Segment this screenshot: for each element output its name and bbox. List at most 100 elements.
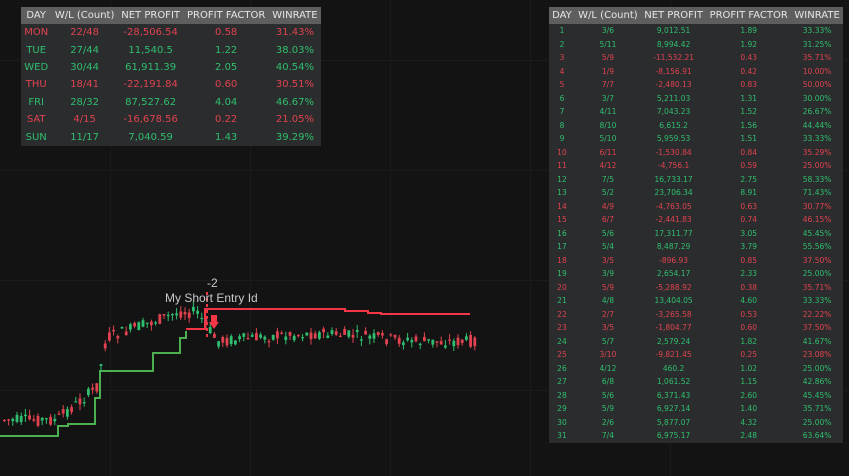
table-cell-pf: 1.82: [706, 334, 792, 348]
table-cell-winrate: 37.50%: [791, 321, 843, 335]
candle-body: [339, 335, 342, 337]
candle-body: [288, 332, 292, 336]
table-cell-net: -896.93: [640, 253, 707, 267]
table-cell-winrate: 31.25%: [791, 37, 843, 51]
candle-body: [53, 418, 57, 422]
table-cell-pf: 1.40: [706, 402, 792, 416]
table-cell-day: 29: [549, 402, 575, 416]
table-cell-day: 4: [549, 64, 575, 78]
table-row: 29 5/9 6,927.14 1.40 35.71%: [549, 402, 843, 416]
candle-body: [171, 313, 174, 316]
candle-body: [15, 414, 19, 422]
candle-body: [448, 339, 451, 341]
table-cell-net: 23,706.34: [640, 186, 707, 200]
candle-body: [32, 419, 36, 421]
table-cell-pf: 8.91: [706, 186, 792, 200]
candle-body: [414, 336, 418, 342]
candlestick-series: [3, 301, 477, 428]
table-cell-day: 31: [549, 429, 575, 443]
table-cell-day: 27: [549, 375, 575, 389]
table-cell-wl: 5/9: [574, 402, 641, 416]
table-row: 30 2/6 5,877.07 4.32 25.00%: [549, 415, 843, 429]
table-cell-wl: 5/7: [574, 334, 641, 348]
table-row: 28 5/6 6,371.43 2.60 45.45%: [549, 388, 843, 402]
table-cell-pf: 1.92: [706, 37, 792, 51]
candle-body: [129, 324, 132, 330]
table-cell-wl: 4/11: [574, 105, 641, 119]
table-cell-pf: 0.59: [706, 159, 792, 173]
table-cell-net: 7,040.59: [117, 128, 184, 146]
table-cell-net: -4,763.05: [640, 199, 707, 213]
table-cell-wl: 3/6: [574, 24, 641, 38]
table-header-row: DAY W/L (Count) NET PROFIT PROFIT FACTOR…: [21, 7, 321, 24]
table-cell-net: 460.2: [640, 361, 707, 375]
table-cell-winrate: 35.71%: [791, 402, 843, 416]
table-cell-wl: 11/17: [51, 128, 118, 146]
candle-body: [229, 336, 233, 345]
candle-body: [112, 329, 115, 332]
table-cell-wl: 6/11: [574, 145, 641, 159]
table-row: WED 30/44 61,911.39 2.05 40.54%: [21, 58, 321, 77]
table-cell-net: -8,156.91: [640, 64, 707, 78]
candle-body: [439, 341, 443, 345]
table-cell-net: -2,441.83: [640, 213, 707, 227]
table-cell-winrate: 35.71%: [791, 280, 843, 294]
candle-body: [217, 341, 220, 347]
table-cell-pf: 0.60: [183, 76, 269, 94]
table-cell-wl: 3/5: [574, 253, 641, 267]
table-row: 23 3/5 -1,804.77 0.60 37.50%: [549, 321, 843, 335]
candle-body: [78, 398, 82, 405]
table-cell-day: 17: [549, 240, 575, 254]
candle-body: [322, 328, 325, 333]
table-cell-net: -22,191.84: [117, 76, 184, 94]
candle-body: [326, 335, 330, 338]
candle-body: [397, 337, 401, 344]
candle-body: [280, 332, 283, 334]
table-cell-day: TUE: [21, 41, 52, 59]
table-row: MON 22/48 -28,506.54 0.58 31.43%: [21, 24, 321, 42]
candle-body: [234, 340, 237, 345]
candle-body: [99, 364, 103, 367]
table-cell-net: 8,994.42: [640, 37, 707, 51]
table-cell-pf: 0.22: [183, 110, 269, 129]
candle-body: [36, 416, 40, 426]
table-cell-wl: 6/7: [574, 213, 641, 227]
candle-body: [133, 322, 136, 327]
table-cell-day: FRI: [21, 93, 52, 111]
candle-body: [120, 326, 124, 329]
table-cell-pf: 0.25: [706, 348, 792, 362]
table-cell-day: 19: [549, 267, 575, 281]
table-cell-day: 28: [549, 388, 575, 402]
table-cell-pf: 0.58: [183, 24, 269, 42]
table-cell-day: 14: [549, 199, 575, 213]
table-cell-net: -1,530.84: [640, 145, 707, 159]
column-header: DAY: [21, 7, 52, 24]
table-row: 13 5/2 23,706.34 8.91 71.43%: [549, 186, 843, 200]
candle-body: [330, 330, 334, 334]
candle-body: [24, 414, 27, 417]
table-cell-net: 11,540.5: [117, 41, 184, 59]
candle-body: [423, 336, 426, 342]
candle-body: [200, 317, 204, 320]
table-row: 17 5/4 8,487.29 3.79 55.56%: [549, 240, 843, 254]
table-cell-net: 8,487.29: [640, 240, 707, 254]
candle-body: [456, 337, 460, 346]
candle-body: [406, 337, 409, 341]
table-cell-pf: 0.63: [706, 199, 792, 213]
table-cell-winrate: 25.00%: [791, 159, 843, 173]
candle-body: [61, 409, 65, 414]
table-cell-pf: 2.48: [706, 429, 792, 443]
column-header: NET PROFIT: [640, 7, 707, 24]
table-cell-wl: 5/9: [574, 280, 641, 294]
table-cell-pf: 2.05: [183, 58, 269, 77]
table-cell-wl: 4/8: [574, 294, 641, 308]
table-cell-pf: 2.33: [706, 267, 792, 281]
table-cell-net: 9,012.51: [640, 24, 707, 38]
column-header: DAY: [549, 7, 575, 24]
table-cell-net: -28,506.54: [117, 24, 184, 42]
candle-body: [66, 409, 69, 417]
candle-body: [225, 338, 229, 346]
table-row: SAT 4/15 -16,678.56 0.22 21.05%: [21, 110, 321, 129]
table-cell-net: 7,043.23: [640, 105, 707, 119]
candle-body: [309, 332, 313, 340]
